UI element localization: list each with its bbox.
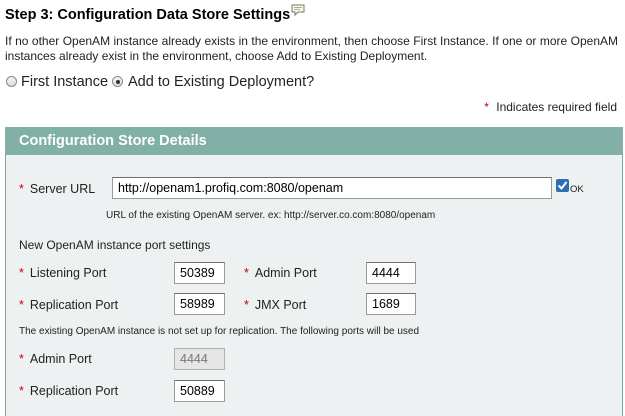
first-instance-label[interactable]: First Instance	[21, 74, 108, 90]
existing-replication-port-input[interactable]	[174, 380, 225, 402]
server-url-hint: URL of the existing OpenAM server. ex: h…	[106, 210, 436, 221]
server-url-input[interactable]	[112, 177, 552, 199]
first-instance-radio[interactable]	[6, 76, 17, 87]
replication-port-label: * Replication Port	[19, 298, 119, 312]
step-description: If no other OpenAM instance already exis…	[5, 34, 618, 63]
jmx-port-label: * JMX Port	[244, 298, 307, 312]
help-bubble-icon[interactable]	[290, 4, 306, 17]
page-title: Step 3: Configuration Data Store Setting…	[5, 7, 291, 23]
add-existing-radio[interactable]	[112, 76, 123, 87]
replication-port-input[interactable]	[174, 293, 225, 315]
required-star: *	[484, 100, 489, 114]
listening-port-label: * Listening Port	[19, 266, 107, 280]
section-title: Configuration Store Details	[19, 133, 207, 149]
required-field-note: * Indicates required field	[484, 100, 617, 114]
port-settings-heading: New OpenAM instance port settings	[19, 238, 211, 252]
url-ok-status: OK	[570, 184, 584, 195]
admin-port-input[interactable]	[366, 262, 416, 284]
listening-port-input[interactable]	[174, 262, 225, 284]
add-existing-label[interactable]: Add to Existing Deployment?	[128, 74, 314, 90]
existing-admin-port-label: * Admin Port	[19, 352, 92, 366]
existing-replication-port-label: * Replication Port	[19, 384, 119, 398]
existing-admin-port-input	[174, 348, 225, 370]
server-url-label: * Server URL	[19, 182, 96, 196]
jmx-port-input[interactable]	[366, 293, 416, 315]
checkmark-icon	[556, 179, 569, 192]
required-note-text: Indicates required field	[496, 100, 617, 114]
admin-port-label: * Admin Port	[244, 266, 317, 280]
replication-note: The existing OpenAM instance is not set …	[19, 326, 420, 337]
